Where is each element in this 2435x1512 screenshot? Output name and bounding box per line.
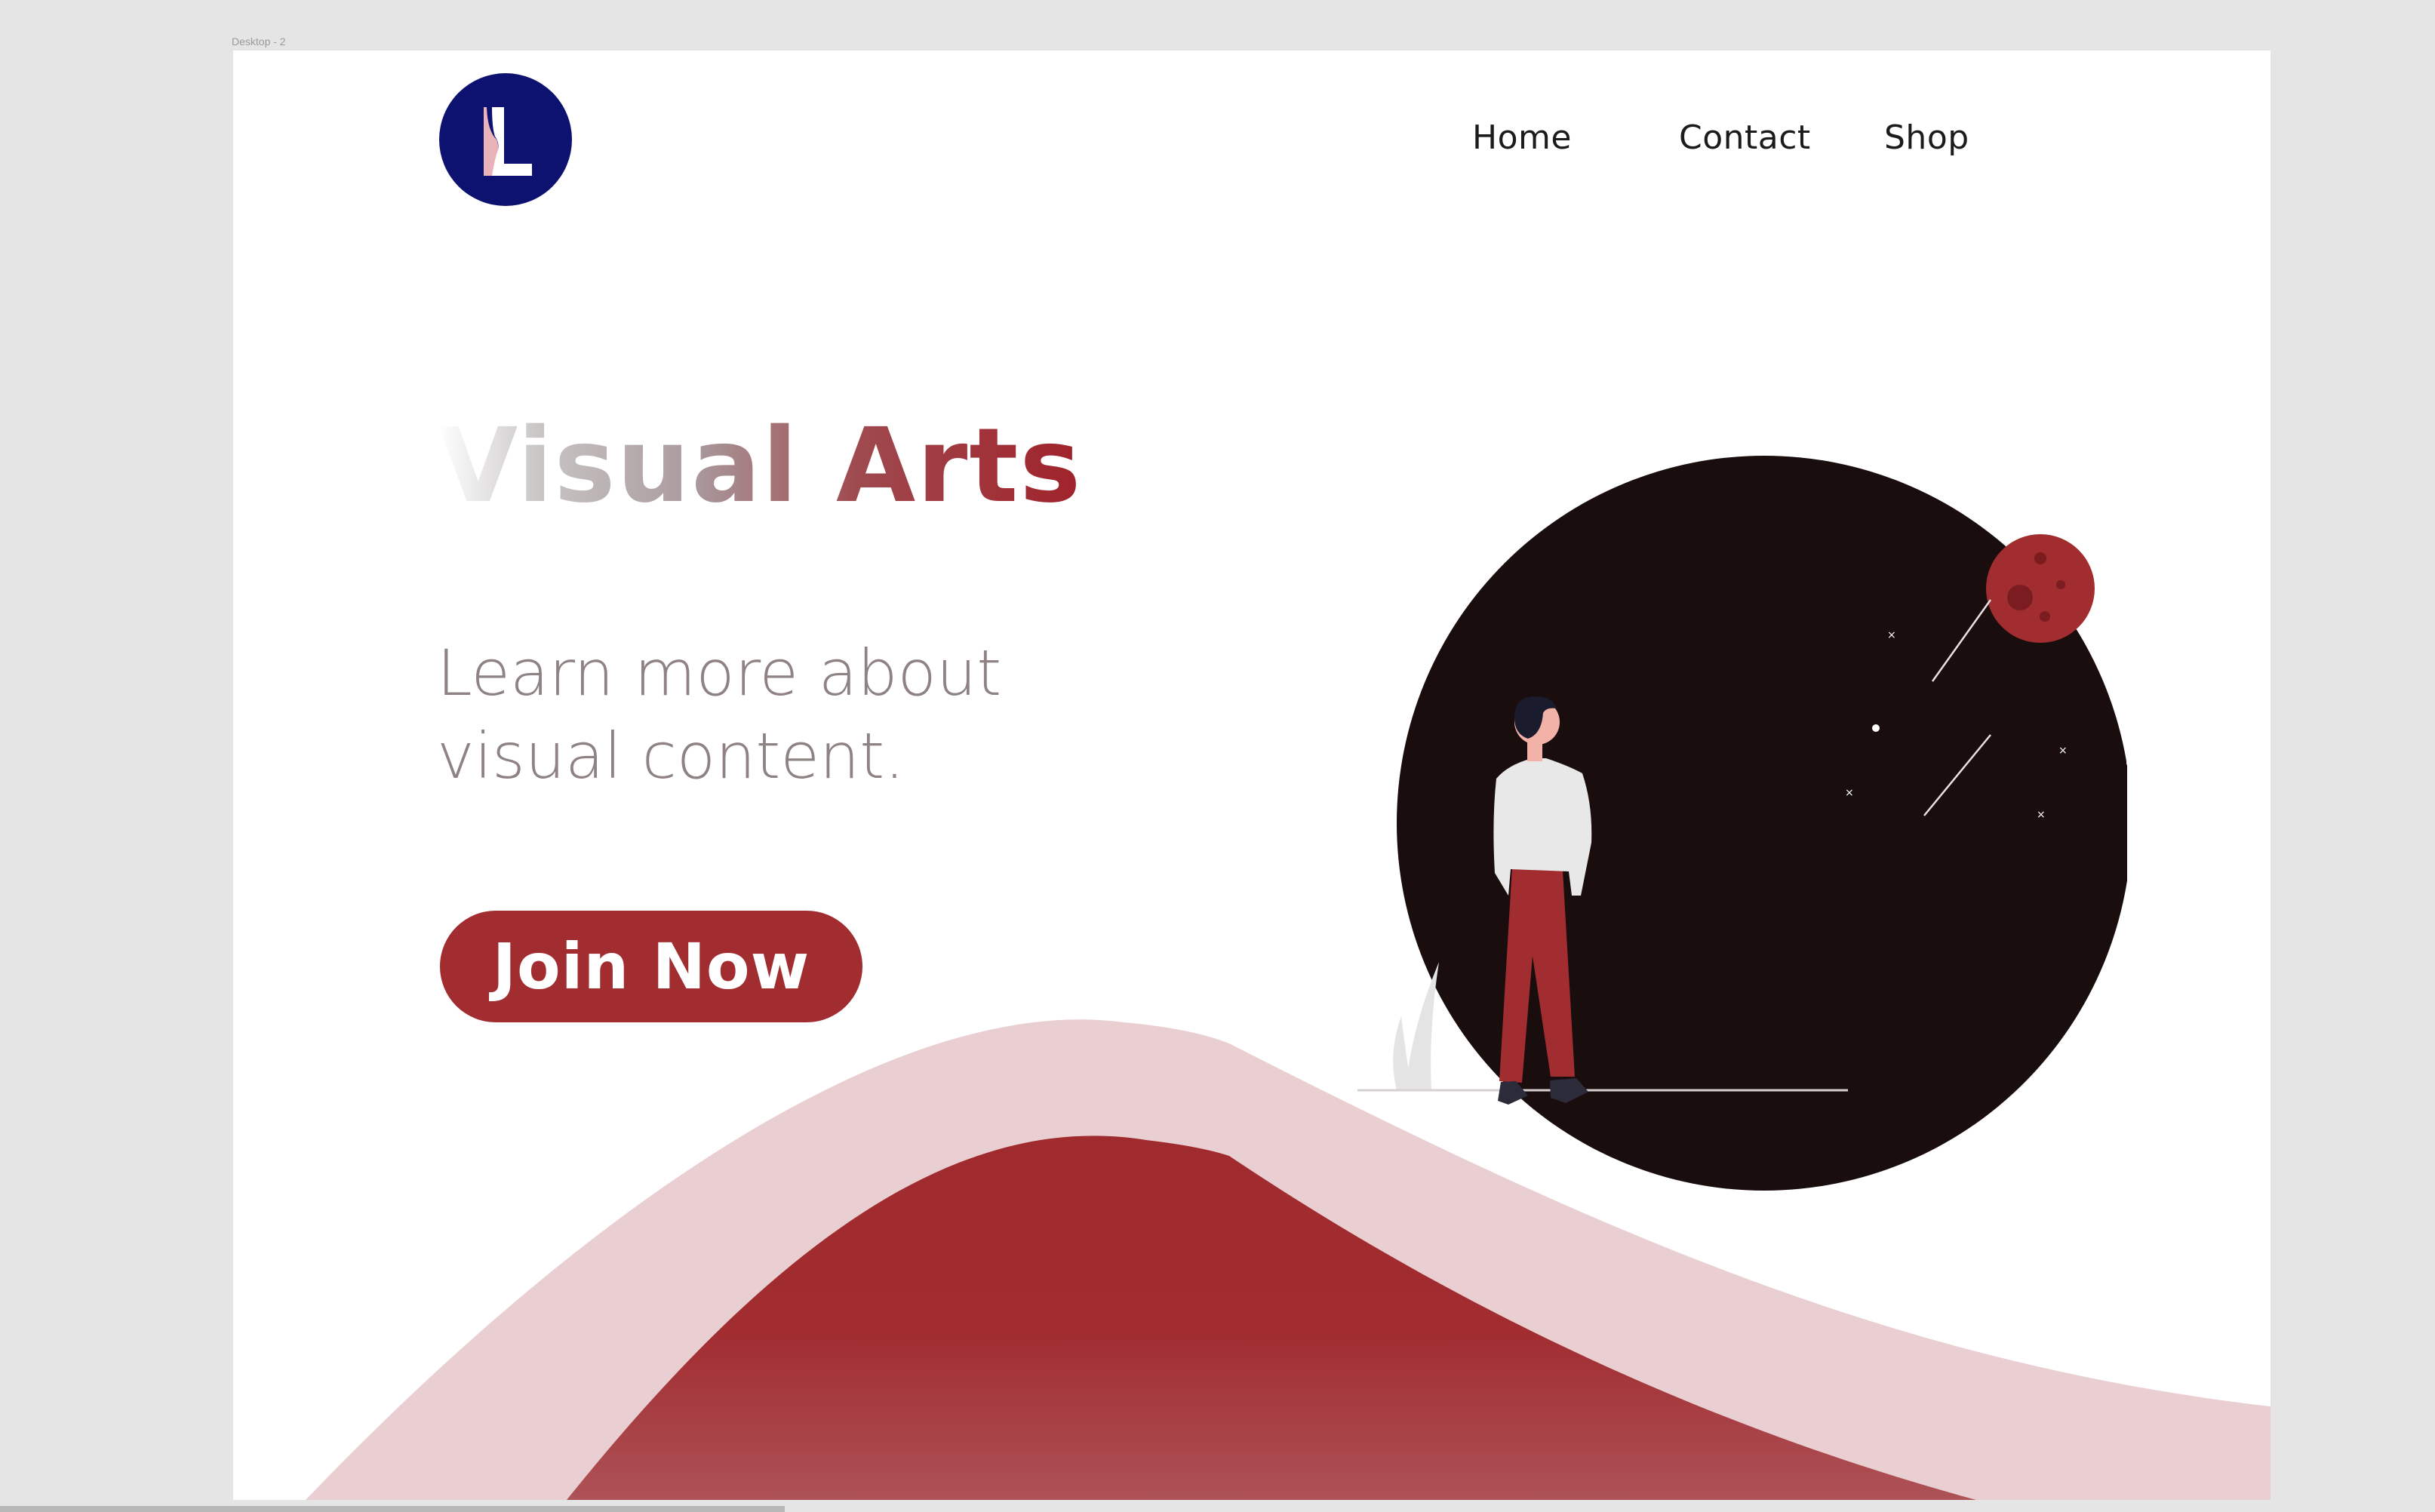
svg-text:×: × (2058, 745, 2068, 757)
svg-text:×: × (2037, 809, 2046, 821)
hero-subtitle: Learn more about visual content. (437, 632, 1191, 797)
hero-subtitle-line-1: Learn more about (437, 636, 1002, 710)
nav-contact[interactable]: Contact (1679, 118, 1811, 157)
main-nav: Home Contact Shop (233, 118, 2271, 171)
artboard-label: Desktop - 2 (232, 35, 286, 48)
artboard: Home Contact Shop Visual Arts Learn more… (233, 51, 2271, 1500)
nav-shop[interactable]: Shop (1884, 118, 1969, 157)
planet (1986, 534, 2095, 643)
grass-plant (1393, 962, 1439, 1090)
hero-illustration: × × × × (1357, 456, 2127, 1191)
svg-text:×: × (1845, 787, 1854, 799)
nav-home[interactable]: Home (1472, 118, 1572, 157)
join-now-button[interactable]: Join Now (440, 911, 862, 1022)
horizontal-scrollbar[interactable] (0, 1506, 785, 1512)
svg-text:×: × (1887, 629, 1896, 641)
hero-subtitle-line-2: visual content. (437, 719, 905, 793)
hero-title: Visual Arts (438, 405, 1082, 528)
